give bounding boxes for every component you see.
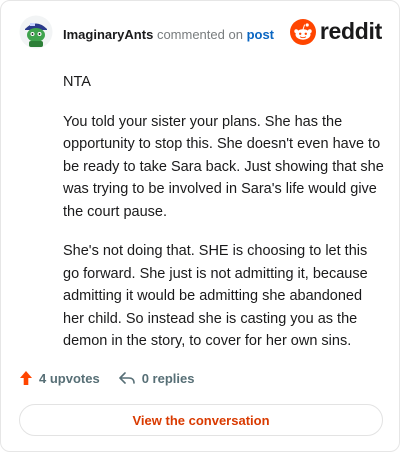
user-avatar-icon[interactable] [19, 15, 53, 49]
reply-arrow-icon [118, 370, 136, 386]
comment-paragraph: NTA [63, 74, 91, 90]
comment-paragraph: She's not doing that. SHE is choosing to… [63, 243, 368, 349]
reply-button[interactable]: 0 replies [118, 370, 195, 386]
comment-body: NTA You told your sister your plans. She… [63, 71, 385, 370]
upvote-count: 4 upvotes [39, 370, 100, 386]
reply-count: 0 replies [141, 370, 195, 386]
comment-verb: commented on [156, 27, 243, 42]
reddit-wordmark: reddit [319, 18, 382, 44]
comment-header: ImaginaryAnts commented on post [63, 27, 274, 43]
post-link[interactable]: post [247, 27, 274, 42]
view-conversation-button[interactable]: View the conversation [19, 404, 383, 436]
upvote-arrow-icon [19, 370, 33, 386]
comment-card: ImaginaryAnts commented on post reddit N… [0, 0, 400, 452]
comment-paragraph: You told your sister your plans. She has… [63, 113, 384, 220]
reddit-logo-icon [289, 18, 316, 45]
comment-actions: 4 upvotes 0 replies [19, 370, 194, 386]
comment-author[interactable]: ImaginaryAnts [63, 27, 153, 42]
reddit-brand[interactable]: reddit [289, 18, 382, 45]
upvote-button[interactable]: 4 upvotes [19, 370, 100, 386]
